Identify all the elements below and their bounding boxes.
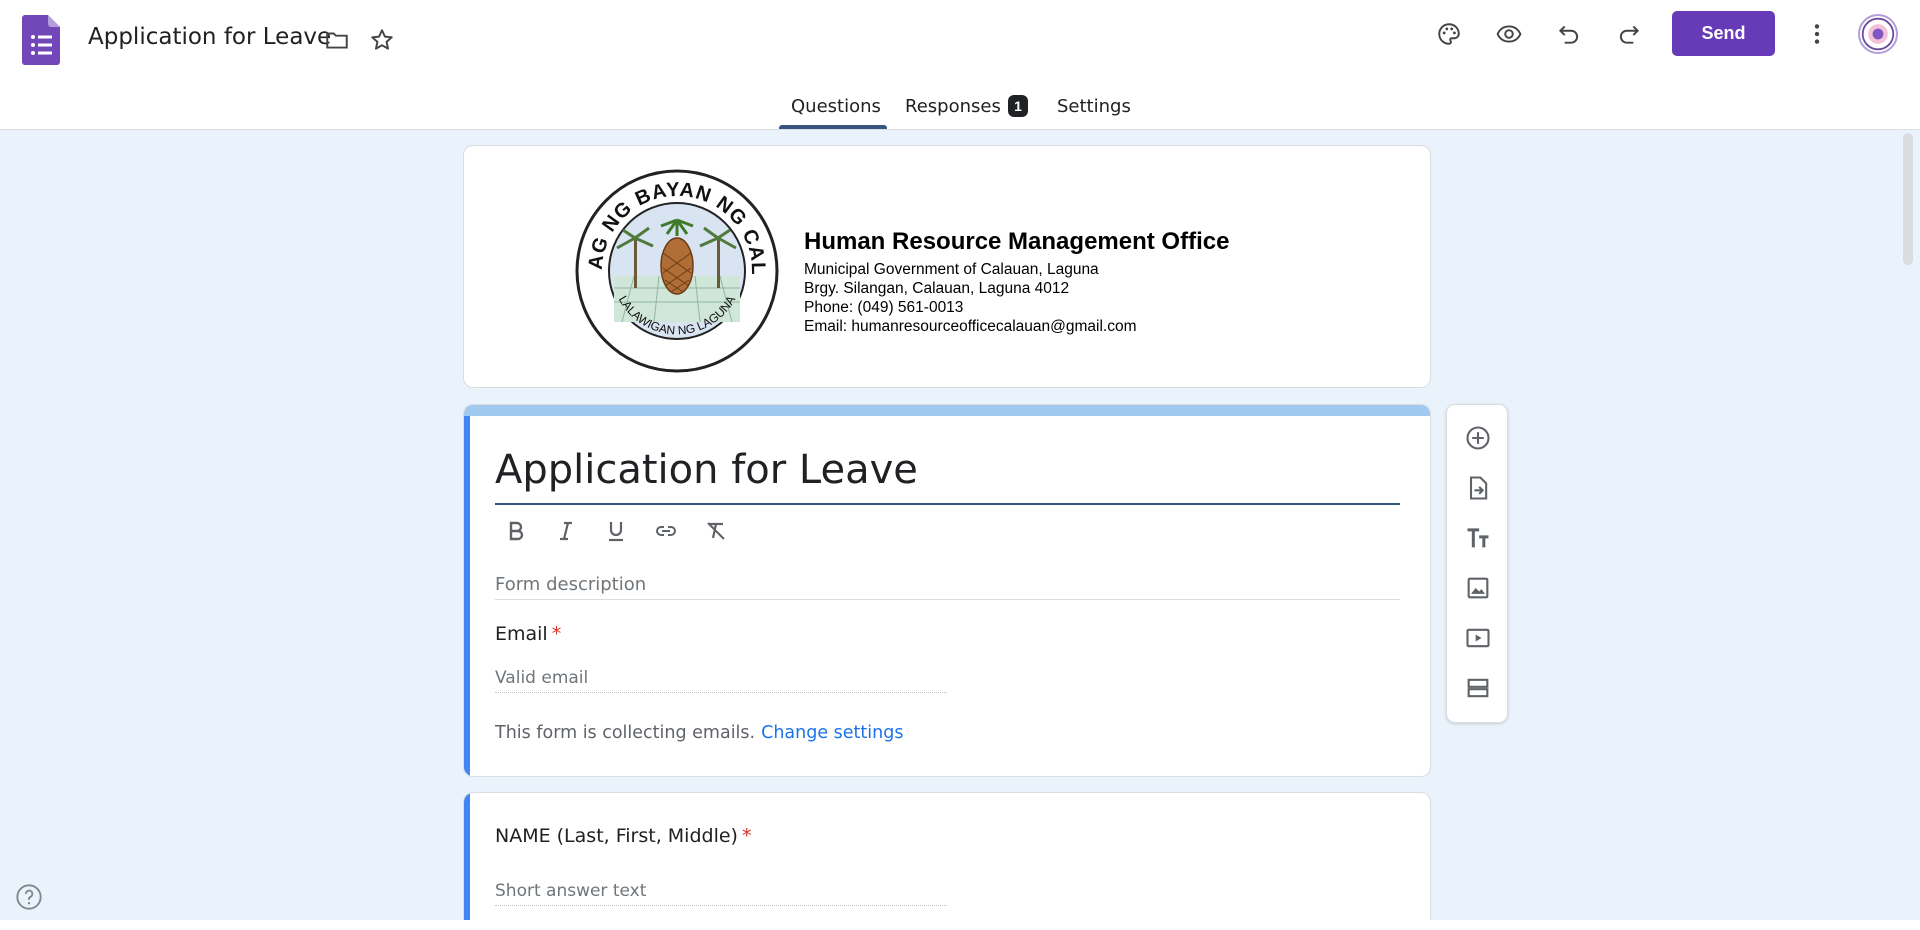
email-question-label: Email * — [495, 623, 561, 645]
collection-notice-text: This form is collecting emails. — [495, 723, 756, 743]
redo-icon[interactable] — [1609, 14, 1649, 54]
clear-format-icon[interactable] — [702, 517, 730, 545]
link-icon[interactable] — [652, 517, 680, 545]
active-tab-indicator — [779, 125, 887, 129]
required-asterisk: * — [741, 825, 752, 847]
office-address-line: Brgy. Silangan, Calauan, Laguna 4012 — [804, 280, 1070, 297]
tab-settings[interactable]: Settings — [1057, 96, 1131, 117]
theme-color-bar — [464, 405, 1430, 416]
header-image: SAGISAG NG BAYAN NG CALAUAN LALAWIGAN NG… — [463, 145, 1431, 388]
eye-icon[interactable] — [1489, 14, 1529, 54]
underline-icon[interactable] — [602, 517, 630, 545]
bold-icon[interactable] — [502, 517, 530, 545]
forms-app-icon[interactable] — [22, 15, 60, 65]
office-phone: Phone: (049) 561-0013 — [804, 299, 964, 316]
undo-icon[interactable] — [1549, 14, 1589, 54]
folder-icon[interactable] — [317, 20, 357, 60]
active-card-indicator — [464, 416, 470, 776]
office-name: Human Resource Management Office — [804, 228, 1230, 255]
document-title[interactable]: Application for Leave — [88, 24, 331, 50]
title-underline — [495, 503, 1400, 505]
add-image-icon[interactable] — [1458, 568, 1498, 608]
italic-icon[interactable] — [552, 517, 580, 545]
question-card-indicator — [464, 793, 470, 930]
app-header: Application for Leave Send Questions Res… — [0, 0, 1920, 130]
email-collection-notice: This form is collecting emails. Change se… — [495, 723, 903, 743]
office-address-line: Municipal Government of Calauan, Laguna — [804, 261, 1099, 278]
form-description-input[interactable] — [495, 570, 1400, 600]
question-label-text: NAME (Last, First, Middle) — [495, 825, 738, 847]
tab-bar: Questions Responses Settings — [0, 90, 1920, 130]
star-icon[interactable] — [362, 20, 402, 60]
email-input[interactable] — [495, 663, 947, 693]
responses-count-badge: 1 — [1008, 95, 1028, 117]
page-scrollbar[interactable] — [1903, 133, 1913, 265]
add-section-icon[interactable] — [1458, 668, 1498, 708]
municipal-seal-logo: SAGISAG NG BAYAN NG CALAUAN LALAWIGAN NG… — [566, 151, 780, 374]
required-asterisk: * — [551, 623, 562, 645]
tab-questions[interactable]: Questions — [791, 96, 881, 117]
office-info: Human Resource Management Office Municip… — [804, 228, 1229, 336]
change-settings-link[interactable]: Change settings — [761, 723, 903, 743]
short-answer-input[interactable] — [495, 876, 947, 906]
import-questions-icon[interactable] — [1458, 468, 1498, 508]
avatar[interactable] — [1858, 14, 1898, 54]
format-toolbar — [502, 517, 730, 545]
question-card[interactable]: NAME (Last, First, Middle) * — [463, 792, 1431, 930]
more-vert-icon[interactable] — [1797, 14, 1837, 54]
send-button[interactable]: Send — [1672, 11, 1775, 56]
help-icon[interactable] — [15, 883, 43, 911]
email-label-text: Email — [495, 623, 548, 645]
add-question-icon[interactable] — [1458, 418, 1498, 458]
form-title[interactable]: Application for Leave — [495, 447, 918, 493]
tab-responses[interactable]: Responses — [905, 96, 1001, 117]
floating-toolbar — [1446, 404, 1508, 723]
add-video-icon[interactable] — [1458, 618, 1498, 658]
office-email: Email: humanresourceofficecalauan@gmail.… — [804, 318, 1137, 335]
add-title-icon[interactable] — [1458, 518, 1498, 558]
bottom-edge — [0, 920, 1920, 930]
palette-icon[interactable] — [1429, 14, 1469, 54]
question-label: NAME (Last, First, Middle) * — [495, 825, 751, 847]
form-title-card[interactable]: Application for Leave Email* This form i… — [463, 404, 1431, 777]
